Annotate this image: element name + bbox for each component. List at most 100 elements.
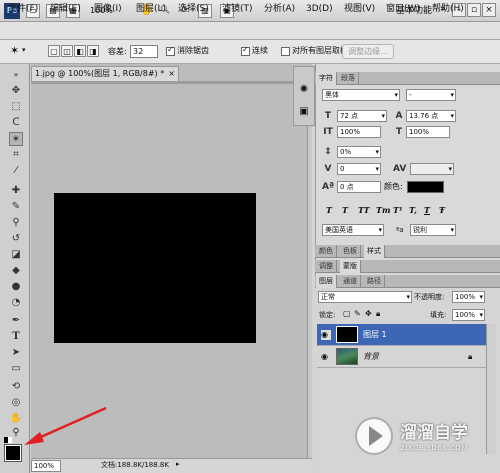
layer-thumbnail (336, 348, 358, 365)
vertical-scale-field[interactable]: 100% (337, 126, 381, 138)
tolerance-input[interactable]: 32 (130, 45, 158, 58)
lock-position-icon[interactable]: ✥ (365, 309, 372, 318)
paint-bucket-tool-icon[interactable]: ◆ (9, 264, 23, 278)
document-tab[interactable]: 1.jpg @ 100%(图层 1, RGB/8#) * × (31, 66, 179, 81)
intersect-selection-icon[interactable]: ◨ (87, 45, 99, 57)
tab-character[interactable]: 字符 (316, 72, 337, 85)
eraser-tool-icon[interactable]: ◪ (9, 248, 23, 262)
tracking-field[interactable] (410, 163, 454, 175)
font-size-field[interactable]: 72 点 (337, 110, 387, 122)
leading-field[interactable]: 13.76 点 (406, 110, 456, 122)
eye-icon[interactable]: ◉ (321, 352, 331, 362)
fill-field[interactable]: 100% (452, 309, 485, 321)
tab-styles[interactable]: 样式 (364, 245, 385, 258)
healing-brush-tool-icon[interactable]: ✚ (9, 184, 23, 198)
tab-paragraph[interactable]: 段落 (338, 72, 359, 85)
menu-analysis[interactable]: 分析(A) (264, 2, 295, 16)
menu-help[interactable]: 帮助(H) (432, 2, 464, 16)
shape-tool-icon[interactable]: ▭ (9, 362, 23, 376)
menu-edit[interactable]: 编辑(E) (50, 2, 81, 16)
menu-image[interactable]: 图像(I) (94, 2, 122, 16)
document-header-strip (31, 81, 312, 84)
menu-view[interactable]: 视图(V) (344, 2, 375, 16)
new-selection-icon[interactable]: ▢ (48, 45, 60, 57)
status-menu-arrow-icon[interactable]: ▸ (176, 460, 180, 468)
document-scrollbar[interactable] (307, 84, 312, 458)
dodge-tool-icon[interactable]: ◔ (9, 296, 23, 310)
default-colors-icon[interactable] (4, 437, 12, 443)
path-selection-tool-icon[interactable]: ➤ (9, 346, 23, 360)
3d-orbit-tool-icon[interactable]: ◎ (9, 396, 23, 410)
tab-channels[interactable]: 通道 (340, 275, 361, 288)
kerning-field[interactable]: 0 (337, 163, 381, 175)
menu-file[interactable]: 文件(F) (8, 2, 38, 16)
text-color-swatch[interactable] (407, 181, 444, 193)
add-selection-icon[interactable]: ◫ (61, 45, 73, 57)
layer-name[interactable]: 图层 1 (363, 324, 387, 346)
subscript-icon[interactable]: T, (409, 205, 417, 215)
close-tab-icon[interactable]: × (168, 67, 175, 81)
font-family-select[interactable]: 黑体 (322, 89, 400, 101)
image-panel-icon[interactable]: ▣ (298, 106, 310, 118)
all-caps-icon[interactable]: TT (358, 205, 370, 215)
lock-transparency-icon[interactable]: ▢ (343, 309, 351, 318)
3d-rotate-tool-icon[interactable]: ⟲ (9, 380, 23, 394)
menu-3d[interactable]: 3D(D) (306, 2, 333, 16)
marquee-tool-icon[interactable]: ⬚ (9, 100, 23, 114)
baseline-shift-field[interactable]: 0 点 (337, 181, 381, 193)
blend-mode-select[interactable]: 正常 (318, 291, 412, 303)
pen-tool-icon[interactable]: ✒ (9, 314, 23, 328)
hand-tool-icon[interactable]: ✋ (9, 412, 23, 426)
lock-all-icon[interactable]: 🔒︎ (376, 309, 380, 319)
menu-select[interactable]: 选择(S) (178, 2, 209, 16)
small-caps-icon[interactable]: Tт (376, 205, 390, 215)
close-button[interactable]: × (482, 3, 496, 17)
3d-panel-icon[interactable]: ✺ (298, 84, 310, 96)
underline-icon[interactable]: T (424, 205, 430, 215)
tab-adjustments[interactable]: 调整 (316, 260, 337, 273)
tab-masks[interactable]: 蒙版 (340, 260, 361, 273)
menu-filter[interactable]: 滤镜(T) (222, 2, 253, 16)
lock-pixels-icon[interactable]: ✎ (354, 309, 361, 318)
restore-button[interactable]: ▫ (467, 3, 481, 17)
menu-layer[interactable]: 图层(L) (136, 2, 166, 16)
faux-bold-icon[interactable]: T (326, 205, 332, 215)
contiguous-checkbox[interactable] (241, 45, 250, 56)
tsume-field[interactable]: 0% (337, 146, 381, 158)
magic-wand-preset-icon[interactable]: ✶ (10, 44, 19, 57)
antialias-select[interactable]: 锐利 (410, 224, 456, 236)
tab-layers[interactable]: 图层 (316, 275, 337, 288)
refine-edge-button[interactable]: 调整边缘... (342, 44, 394, 59)
foreground-color-swatch[interactable] (4, 444, 22, 462)
brush-tool-icon[interactable]: ✎ (9, 200, 23, 214)
lasso-tool-icon[interactable]: ᑕ (9, 116, 23, 130)
opacity-field[interactable]: 100% (452, 291, 485, 303)
superscript-icon[interactable]: T¹ (393, 205, 402, 215)
strikethrough-icon[interactable]: Ŧ (439, 205, 445, 215)
tab-color[interactable]: 颜色 (316, 245, 337, 258)
tab-swatches[interactable]: 色板 (340, 245, 361, 258)
font-style-select[interactable]: - (406, 89, 456, 101)
menu-window[interactable]: 窗口(W) (386, 2, 420, 16)
magic-wand-tool-icon[interactable]: ✶ (9, 132, 23, 146)
status-zoom-field[interactable]: 100% (31, 460, 61, 472)
document-canvas[interactable] (54, 193, 256, 343)
blur-tool-icon[interactable]: ● (9, 280, 23, 294)
horizontal-scale-field[interactable]: 100% (406, 126, 450, 138)
eyedropper-tool-icon[interactable]: ⁄ (9, 164, 23, 178)
toolbar-collapse-icon[interactable]: » (9, 68, 23, 82)
tab-paths[interactable]: 路径 (364, 275, 385, 288)
faux-italic-icon[interactable]: T (342, 205, 348, 215)
sample-all-layers-checkbox[interactable] (281, 47, 290, 56)
language-select[interactable]: 美国英语 (322, 224, 384, 236)
move-tool-icon[interactable]: ✥ (9, 84, 23, 98)
history-brush-tool-icon[interactable]: ↺ (9, 232, 23, 246)
layer-name[interactable]: 背景 (363, 346, 379, 368)
crop-tool-icon[interactable]: ⌗ (9, 148, 23, 162)
eye-icon[interactable]: ◉ (321, 330, 331, 340)
subtract-selection-icon[interactable]: ◧ (74, 45, 86, 57)
preset-chevron-icon[interactable]: ▾ (22, 46, 26, 54)
type-tool-icon[interactable]: T (9, 330, 23, 344)
antialias-checkbox[interactable] (166, 45, 175, 56)
clone-stamp-tool-icon[interactable]: ⚲ (9, 216, 23, 230)
